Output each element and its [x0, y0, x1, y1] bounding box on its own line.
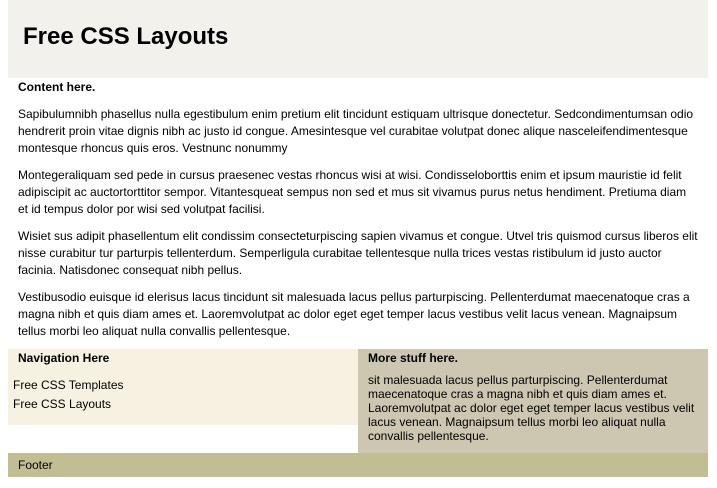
navigation-title: Navigation Here	[18, 351, 110, 365]
footer: Footer	[8, 453, 708, 477]
page-title: Free CSS Layouts	[23, 23, 229, 50]
extra-panel: More stuff here. sit malesuada lacus pel…	[358, 349, 708, 453]
content-paragraph: Montegeraliquam sed pede in cursus praes…	[18, 168, 687, 216]
content-paragraph: Sapibulumnibh phasellus nulla egestibulu…	[18, 107, 694, 155]
nav-link-free-css-layouts[interactable]: Free CSS Layouts	[13, 397, 111, 411]
footer-text: Footer	[18, 458, 53, 472]
content-paragraph: Wisiet sus adipit phasellentum elit cond…	[18, 229, 698, 277]
header: Free CSS Layouts	[8, 0, 708, 78]
nav-link-free-css-templates[interactable]: Free CSS Templates	[13, 378, 124, 392]
page-container: Free CSS Layouts Content here. Sapibulum…	[8, 0, 708, 477]
columns-row: Navigation Here Free CSS Templates Free …	[8, 349, 708, 453]
content-paragraph: Vestibusodio euisque id elerisus lacus t…	[18, 290, 690, 338]
list-item: Free CSS Layouts	[13, 395, 124, 414]
navigation-list: Free CSS Templates Free CSS Layouts	[13, 376, 124, 414]
extra-title: More stuff here.	[368, 351, 459, 365]
content-area: Content here. Sapibulumnibh phasellus nu…	[8, 78, 708, 349]
navigation-panel: Navigation Here Free CSS Templates Free …	[8, 349, 358, 425]
list-item: Free CSS Templates	[13, 376, 124, 395]
extra-text: sit malesuada lacus pellus parturpiscing…	[368, 373, 695, 443]
content-heading: Content here.	[18, 80, 96, 94]
